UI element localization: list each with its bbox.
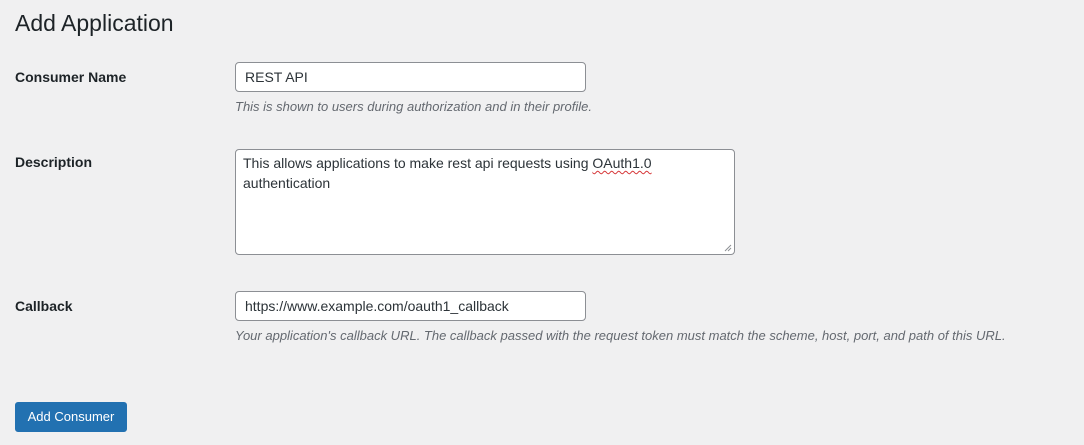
add-consumer-button[interactable]: Add Consumer (15, 402, 127, 432)
consumer-name-hint: This is shown to users during authorizat… (235, 99, 592, 114)
callback-input[interactable] (235, 291, 586, 321)
callback-hint: Your application's callback URL. The cal… (235, 328, 1006, 343)
description-textarea[interactable]: This allows applications to make rest ap… (235, 149, 735, 255)
consumer-name-label: Consumer Name (15, 69, 127, 85)
consumer-name-input[interactable] (235, 62, 586, 92)
description-label: Description (15, 154, 93, 170)
callback-label: Callback (15, 298, 73, 314)
add-application-page: Add Application Consumer Name This is sh… (0, 0, 1084, 445)
resize-handle-icon[interactable] (724, 244, 732, 252)
description-misspelled-word: OAuth1.0 (592, 155, 652, 171)
description-text-line2: authentication (243, 175, 331, 191)
page-title: Add Application (15, 10, 174, 36)
description-text: This allows applications to make rest ap… (243, 155, 593, 171)
